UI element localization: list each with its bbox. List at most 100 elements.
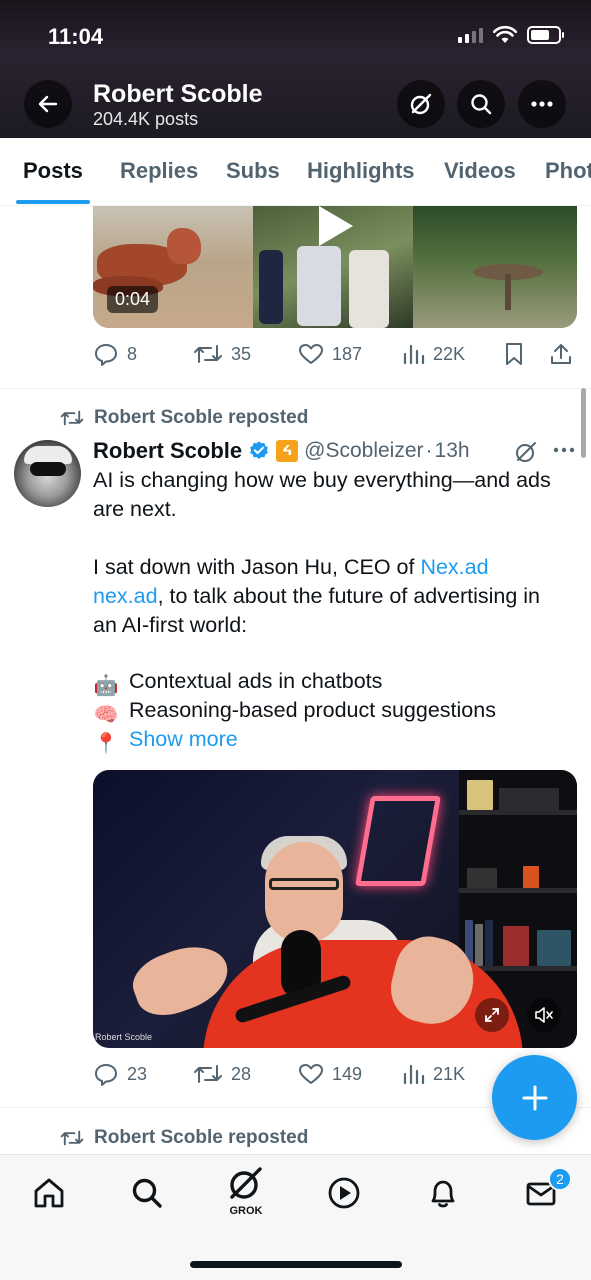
fullscreen-button[interactable]	[475, 998, 509, 1032]
neon-logo	[355, 796, 441, 886]
tab-replies[interactable]: Replies	[120, 158, 198, 184]
video-duration: 0:04	[107, 286, 159, 313]
nav-grok[interactable]	[226, 1163, 266, 1203]
like-button[interactable]: 149	[298, 1062, 362, 1086]
show-more-link[interactable]: Show more	[129, 727, 238, 751]
share-button[interactable]	[549, 342, 573, 366]
bookmark-icon	[506, 343, 522, 365]
search-icon	[132, 1178, 162, 1208]
brain-icon: 🧠	[93, 704, 119, 726]
tab-highlights[interactable]: Highlights	[307, 158, 415, 184]
search-button[interactable]	[457, 80, 505, 128]
nav-videos[interactable]	[324, 1173, 364, 1213]
home-indicator	[190, 1261, 402, 1268]
views-icon	[403, 344, 425, 365]
status-bar: 11:04	[0, 22, 591, 54]
tab-subs[interactable]: Subs	[226, 158, 280, 184]
post-time[interactable]: 13h	[435, 439, 470, 463]
more-options-button[interactable]	[518, 80, 566, 128]
views-icon	[403, 1064, 425, 1085]
author-handle[interactable]: @Scobleizer	[304, 439, 423, 463]
mute-button[interactable]	[527, 998, 561, 1032]
nav-home[interactable]	[29, 1173, 69, 1213]
repost-small-icon	[60, 410, 84, 426]
tab-photos[interactable]: Photos	[545, 158, 591, 184]
repost-label: Robert Scoble reposted	[94, 407, 309, 428]
post-more-icon[interactable]	[552, 440, 576, 460]
reply-button[interactable]: 8	[93, 342, 137, 366]
heart-icon	[299, 1064, 323, 1084]
profile-header: 11:04 Robert Scoble 204.4K posts	[0, 0, 591, 138]
view-count: 21K	[433, 1063, 466, 1084]
bookmark-button[interactable]	[503, 342, 525, 366]
back-button[interactable]	[24, 80, 72, 128]
repost-count: 35	[231, 343, 252, 364]
like-count: 187	[332, 343, 363, 364]
post-grok-icon[interactable]	[513, 439, 539, 465]
repost-indicator[interactable]: Robert Scoble reposted	[60, 407, 308, 429]
bullet-item: 🧠 Reasoning-based product suggestions	[93, 698, 496, 726]
expand-icon	[485, 1008, 499, 1022]
profile-tabs: Posts Replies Subs Highlights Videos Pho…	[0, 138, 591, 206]
share-icon	[551, 344, 571, 364]
messages-badge: 2	[548, 1167, 572, 1191]
post-author-row: Robert Scoble ᔦ @Scobleizer · 13h	[93, 436, 470, 466]
link-nex-ad-url[interactable]: nex.ad	[93, 584, 158, 608]
bullet-item: 🤖 Contextual ads in chatbots	[93, 669, 383, 697]
plus-icon	[522, 1085, 547, 1110]
repost-indicator[interactable]: Robert Scoble reposted	[60, 1127, 308, 1149]
like-count: 149	[332, 1063, 363, 1084]
post-text-line: AI is changing how we buy everything—and…	[93, 468, 551, 492]
views-button[interactable]: 21K	[401, 1062, 465, 1086]
repost-icon	[194, 345, 222, 363]
nav-search[interactable]	[127, 1173, 167, 1213]
post-text-line: nex.ad, to talk about the future of adve…	[93, 584, 541, 608]
views-button[interactable]: 22K	[401, 342, 465, 366]
profile-name: Robert Scoble	[93, 80, 263, 108]
reply-icon	[95, 344, 117, 366]
home-icon	[34, 1178, 64, 1208]
muted-speaker-icon	[535, 1007, 553, 1023]
back-arrow-icon	[38, 95, 58, 113]
play-circle-icon	[328, 1177, 360, 1209]
status-time: 11:04	[48, 24, 104, 49]
avatar[interactable]	[14, 440, 81, 507]
nav-notifications[interactable]	[423, 1173, 463, 1213]
tab-videos[interactable]: Videos	[444, 158, 516, 184]
grok-icon	[410, 93, 432, 115]
post-video[interactable]: Robert Scoble	[93, 770, 577, 1048]
repost-icon	[194, 1065, 222, 1083]
reply-count: 23	[127, 1063, 148, 1084]
grok-button[interactable]	[397, 80, 445, 128]
wifi-icon	[493, 26, 517, 43]
cellular-signal-icon	[458, 27, 483, 43]
post-text-line: are next.	[93, 497, 177, 521]
author-name[interactable]: Robert Scoble	[93, 438, 242, 464]
battery-icon	[527, 26, 564, 44]
reply-count: 8	[127, 343, 138, 364]
link-nex-ad[interactable]: Nex.ad	[420, 555, 488, 579]
status-icons	[458, 26, 564, 44]
repost-button[interactable]: 35	[193, 342, 251, 366]
repost-small-icon	[60, 1130, 84, 1146]
previous-post-video[interactable]: 0:04	[93, 206, 577, 328]
repost-button[interactable]: 28	[193, 1062, 251, 1086]
post-body: AI is changing how we buy everything—and…	[93, 466, 583, 755]
reply-icon	[95, 1064, 117, 1086]
previous-post-actions: 8 35 187 22K	[93, 342, 577, 370]
grok-icon	[230, 1167, 262, 1199]
active-tab-indicator	[16, 200, 90, 204]
like-button[interactable]: 187	[298, 342, 362, 366]
heart-icon	[299, 344, 323, 364]
search-icon	[471, 94, 492, 115]
tab-posts[interactable]: Posts	[23, 158, 83, 184]
post-text-line: an AI-first world:	[93, 613, 248, 637]
profile-post-count: 204.4K posts	[93, 109, 199, 129]
play-icon[interactable]	[319, 206, 353, 246]
compose-post-button[interactable]	[492, 1055, 577, 1140]
reply-button[interactable]: 23	[93, 1062, 147, 1086]
grok-label: GROK	[229, 1205, 263, 1217]
repost-label: Robert Scoble reposted	[94, 1127, 309, 1148]
scrollbar[interactable]	[581, 388, 586, 458]
repost-count: 28	[231, 1063, 252, 1084]
